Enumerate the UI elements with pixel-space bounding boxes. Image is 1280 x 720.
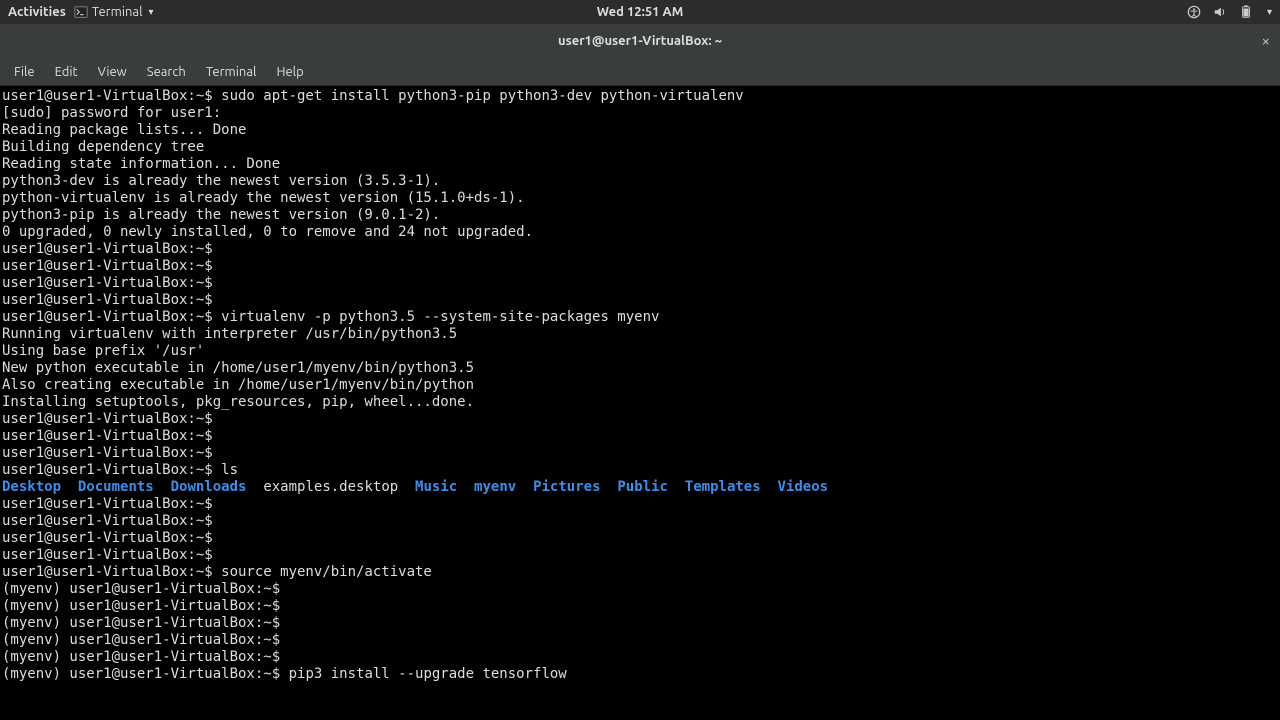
menu-bar: File Edit View Search Terminal Help	[0, 58, 1280, 86]
battery-icon[interactable]	[1239, 5, 1253, 19]
app-name: Terminal	[92, 5, 143, 19]
menu-file[interactable]: File	[6, 61, 43, 83]
menu-edit[interactable]: Edit	[47, 61, 86, 83]
menu-terminal[interactable]: Terminal	[198, 61, 265, 83]
window-title: user1@user1-VirtualBox: ~	[558, 34, 722, 48]
menu-view[interactable]: View	[90, 61, 135, 83]
accessibility-icon[interactable]	[1187, 5, 1201, 19]
activities-button[interactable]: Activities	[8, 5, 66, 19]
volume-icon[interactable]	[1213, 5, 1227, 19]
system-menu-chevron-icon[interactable]: ▾	[1267, 6, 1272, 18]
app-menu[interactable]: Terminal ▾	[74, 5, 154, 19]
gnome-topbar: Activities Terminal ▾ Wed 12:51 AM ▾	[0, 0, 1280, 24]
window-titlebar: user1@user1-VirtualBox: ~ ×	[0, 24, 1280, 58]
menu-search[interactable]: Search	[139, 61, 194, 83]
terminal-output[interactable]: user1@user1-VirtualBox:~$ sudo apt-get i…	[0, 86, 1280, 720]
menu-help[interactable]: Help	[268, 61, 311, 83]
chevron-down-icon: ▾	[149, 6, 154, 18]
close-button[interactable]: ×	[1262, 32, 1270, 49]
terminal-icon	[74, 5, 88, 19]
clock[interactable]: Wed 12:51 AM	[597, 5, 684, 19]
